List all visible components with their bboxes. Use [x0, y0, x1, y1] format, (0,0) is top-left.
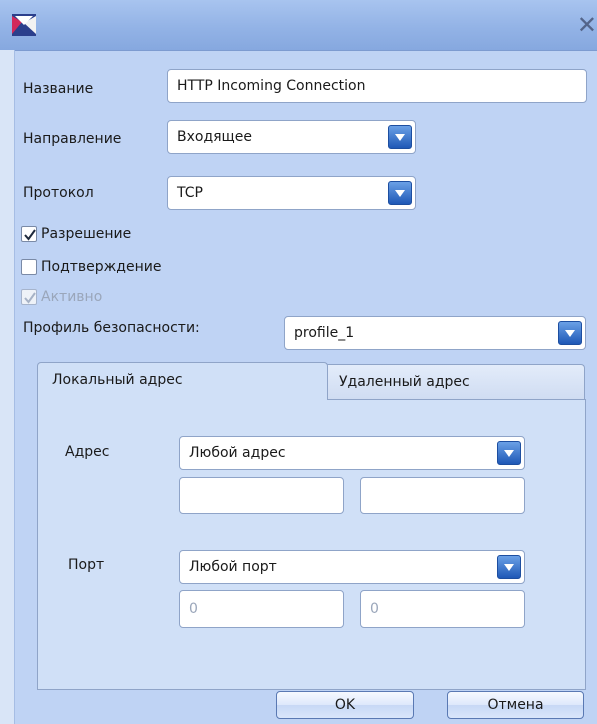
ok-button[interactable]: OK	[276, 691, 414, 719]
chevron-down-icon[interactable]	[497, 555, 521, 579]
address-mode-select[interactable]: Любой адрес	[179, 436, 525, 470]
address-from-input[interactable]	[179, 477, 344, 514]
chevron-down-icon[interactable]	[388, 181, 412, 205]
checkmark-icon	[24, 292, 36, 304]
tab-remote-address[interactable]: Удаленный адрес	[324, 364, 585, 400]
security-profile-value: profile_1	[294, 325, 355, 341]
protocol-select[interactable]: TCP	[167, 176, 416, 210]
active-label: Активно	[41, 289, 103, 305]
security-profile-label: Профиль безопасности:	[23, 320, 200, 336]
tab-remote-address-label: Удаленный адрес	[339, 374, 470, 390]
address-label: Адрес	[65, 444, 110, 460]
direction-label: Направление	[23, 131, 122, 147]
cancel-button[interactable]: Отмена	[447, 691, 584, 719]
tab-local-address-label: Локальный адрес	[52, 372, 183, 388]
permission-checkbox[interactable]	[21, 226, 37, 242]
dialog-window: ✕ Название HTTP Incoming Connection Напр…	[0, 0, 597, 724]
checkmark-icon	[24, 229, 36, 241]
app-logo-icon	[12, 14, 36, 36]
address-mode-value: Любой адрес	[189, 445, 286, 461]
direction-select[interactable]: Входящее	[167, 120, 416, 154]
dialog-body: Название HTTP Incoming Connection Направ…	[15, 51, 597, 724]
direction-value: Входящее	[177, 129, 252, 145]
chevron-down-icon[interactable]	[388, 125, 412, 149]
protocol-value: TCP	[177, 185, 203, 201]
title-bar[interactable]: ✕	[0, 0, 597, 51]
port-to-input[interactable]: 0	[360, 590, 525, 628]
close-icon[interactable]: ✕	[577, 11, 597, 39]
address-to-input[interactable]	[360, 477, 525, 514]
active-checkbox	[21, 289, 37, 305]
chevron-down-icon[interactable]	[558, 321, 582, 345]
tab-local-address[interactable]: Локальный адрес	[37, 362, 328, 400]
window-left-border	[0, 50, 15, 724]
security-profile-select[interactable]: profile_1	[284, 316, 586, 350]
protocol-label: Протокол	[23, 185, 94, 201]
port-from-input[interactable]: 0	[179, 590, 344, 628]
name-label: Название	[23, 81, 94, 97]
close-button[interactable]: ✕	[573, 10, 597, 40]
permission-label[interactable]: Разрешение	[41, 226, 131, 242]
chevron-down-icon[interactable]	[497, 441, 521, 465]
port-mode-value: Любой порт	[189, 559, 277, 575]
name-input[interactable]: HTTP Incoming Connection	[167, 69, 587, 103]
local-address-panel: Адрес Любой адрес Порт Любой порт 0 0	[37, 399, 586, 690]
port-mode-select[interactable]: Любой порт	[179, 550, 525, 584]
port-label: Порт	[68, 557, 105, 573]
confirmation-label[interactable]: Подтверждение	[41, 259, 161, 275]
confirmation-checkbox[interactable]	[21, 259, 37, 275]
